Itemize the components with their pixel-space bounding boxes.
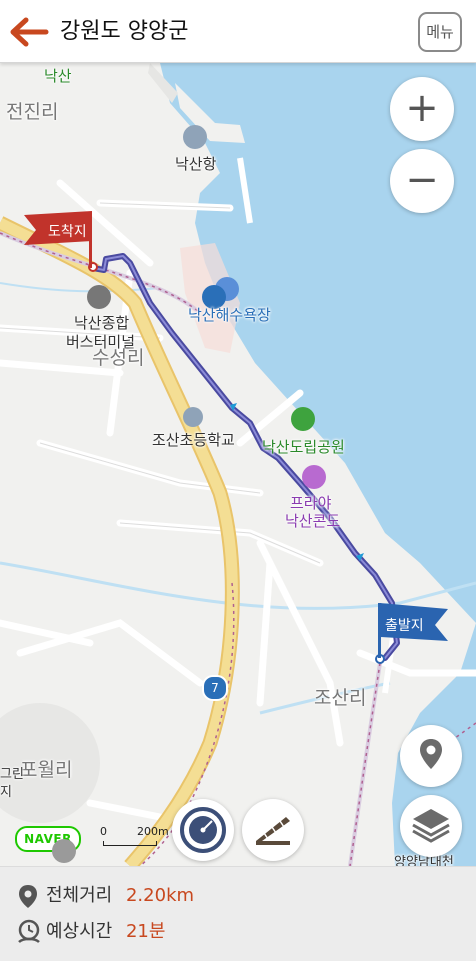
my-location-button[interactable] xyxy=(400,725,462,787)
layers-button[interactable] xyxy=(400,795,462,857)
distance-label: 전체거리 xyxy=(46,885,113,906)
hotel-icon xyxy=(302,465,326,489)
back-button[interactable] xyxy=(8,14,52,50)
time-clock-icon xyxy=(18,919,40,944)
label-naksan-beach: 낙산해수욕장 xyxy=(188,306,271,324)
speedometer-icon xyxy=(180,807,226,853)
speed-gauge-button[interactable] xyxy=(172,799,234,861)
label-pogwol: 포월리 xyxy=(20,759,73,781)
school-icon xyxy=(183,407,203,427)
scale-zero: 0 xyxy=(100,825,107,838)
scale-bar xyxy=(103,841,157,846)
label-josan-school: 조산초등학교 xyxy=(152,431,235,449)
slope-icon xyxy=(256,817,290,845)
distance-value: 2.20km xyxy=(125,885,195,906)
zoom-out-button[interactable]: − xyxy=(390,149,454,213)
map-poi-icon xyxy=(52,839,76,863)
label-josan: 조산리 xyxy=(314,687,367,709)
location-pin-icon xyxy=(420,739,442,769)
label-green: 그린 xyxy=(0,767,24,782)
distance-pin-icon xyxy=(19,885,37,908)
label-ji: 지 xyxy=(0,785,12,800)
scale-distance: 200m xyxy=(137,825,169,838)
distance-row: 전체거리 2.20km xyxy=(16,881,194,911)
port-icon xyxy=(183,125,207,149)
map-scale: 0 200m xyxy=(100,825,170,846)
departure-marker-label: 출발지 xyxy=(385,618,424,634)
label-naksan: 낙산 xyxy=(44,67,72,85)
route-number-shield: 7 xyxy=(202,675,228,701)
label-condo-2: 낙산콘도 xyxy=(285,512,341,530)
route-summary-panel: 전체거리 2.20km 예상시간 21분 xyxy=(0,866,476,961)
menu-button[interactable]: 메뉴 xyxy=(418,12,462,52)
map-view[interactable]: 낙산 전진리 낙산항 낙산해수욕장 낙산종합 버스터미널 수성리 조산초등학교 … xyxy=(0,63,476,866)
label-jeonjin: 전진리 xyxy=(6,101,59,123)
top-bar: 강원도 양양군 메뉴 xyxy=(0,0,476,63)
arrival-marker-label: 도착지 xyxy=(48,224,87,240)
label-naksan-port: 낙산항 xyxy=(175,155,217,173)
slope-button[interactable] xyxy=(242,799,304,861)
back-arrow-icon xyxy=(10,17,49,47)
park-icon xyxy=(291,407,315,431)
layers-icon xyxy=(412,809,450,843)
time-label: 예상시간 xyxy=(46,921,113,942)
time-row: 예상시간 21분 xyxy=(16,917,165,947)
label-bus-terminal-1: 낙산종합 xyxy=(74,314,130,332)
label-naksan-park: 낙산도립공원 xyxy=(262,438,345,456)
page-title: 강원도 양양군 xyxy=(60,19,189,44)
bus-icon xyxy=(87,285,111,309)
label-suseong: 수성리 xyxy=(92,347,145,369)
time-value: 21분 xyxy=(125,921,166,942)
zoom-in-button[interactable]: + xyxy=(390,77,454,141)
